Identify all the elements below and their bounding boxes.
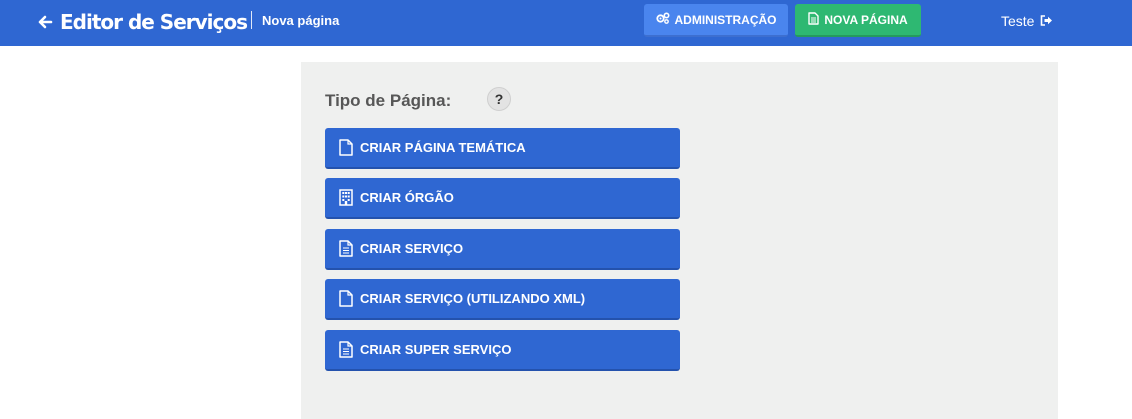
help-button[interactable]: ? bbox=[487, 87, 511, 111]
user-logout-link[interactable]: Teste bbox=[1001, 13, 1053, 29]
create-agency-button[interactable]: CRIAR ÓRGÃO bbox=[325, 178, 680, 219]
app-title: Editor de Serviços bbox=[60, 10, 248, 34]
building-icon bbox=[339, 189, 353, 206]
create-service-xml-label: CRIAR SERVIÇO (UTILIZANDO XML) bbox=[360, 291, 586, 306]
title-divider bbox=[251, 11, 252, 29]
new-page-label: NOVA PÁGINA bbox=[824, 12, 908, 27]
top-navbar: Editor de Serviços Nova página ADMINISTR… bbox=[0, 0, 1132, 46]
file-text-icon bbox=[339, 341, 353, 358]
create-service-button[interactable]: CRIAR SERVIÇO bbox=[325, 229, 680, 270]
administration-label: ADMINISTRAÇÃO bbox=[674, 12, 777, 27]
create-thematic-page-label: CRIAR PÁGINA TEMÁTICA bbox=[360, 140, 526, 155]
administration-button[interactable]: ADMINISTRAÇÃO bbox=[644, 4, 788, 37]
file-icon bbox=[339, 290, 353, 307]
new-page-button[interactable]: NOVA PÁGINA bbox=[795, 4, 921, 37]
arrow-left-icon bbox=[37, 14, 53, 30]
create-super-service-label: CRIAR SUPER SERVIÇO bbox=[360, 342, 512, 357]
create-thematic-page-button[interactable]: CRIAR PÁGINA TEMÁTICA bbox=[325, 128, 680, 169]
user-name: Teste bbox=[1001, 13, 1035, 29]
create-agency-label: CRIAR ÓRGÃO bbox=[360, 190, 454, 205]
file-text-icon bbox=[339, 240, 353, 257]
file-text-icon bbox=[808, 11, 820, 28]
create-service-xml-button[interactable]: CRIAR SERVIÇO (UTILIZANDO XML) bbox=[325, 279, 680, 320]
create-super-service-button[interactable]: CRIAR SUPER SERVIÇO bbox=[325, 330, 680, 371]
back-link[interactable]: Editor de Serviços bbox=[37, 8, 248, 36]
cogs-icon bbox=[655, 12, 670, 27]
sign-out-icon bbox=[1040, 13, 1053, 29]
file-icon bbox=[339, 139, 353, 156]
section-title: Tipo de Página: bbox=[325, 91, 452, 110]
create-service-label: CRIAR SERVIÇO bbox=[360, 241, 464, 256]
page-subtitle: Nova página bbox=[262, 13, 340, 28]
